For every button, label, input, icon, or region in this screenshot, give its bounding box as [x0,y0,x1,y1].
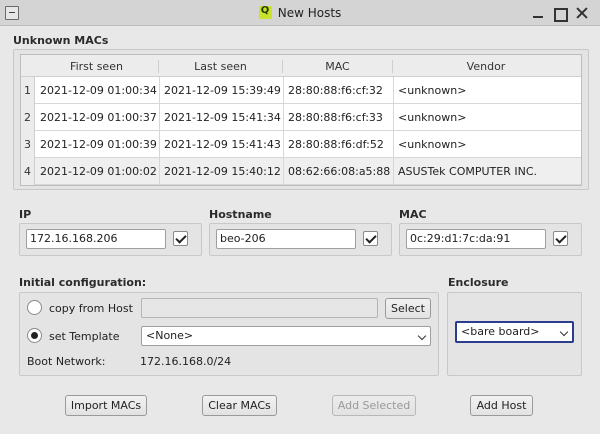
clear-macs-button[interactable]: Clear MACs [202,395,277,416]
boot-network-label: Boot Network: [27,355,106,368]
mac-cell: 28:80:88:f6:df:52 [288,138,384,151]
last-seen-cell: 2021-12-09 15:39:49 [164,84,281,97]
window-title-text: New Hosts [277,6,342,20]
initial-config-label: Initial configuration: [19,276,147,289]
mac-cell: 28:80:88:f6:cf:33 [288,111,383,124]
import-macs-button[interactable]: Import MACs [65,395,147,416]
last-seen-cell: 2021-12-09 15:41:34 [164,111,281,124]
copy-from-host-label[interactable]: copy from Host [49,302,133,315]
row-number: 2 [21,104,35,131]
column-vendor[interactable]: Vendor [393,60,579,73]
title-bar: New Hosts [0,0,600,26]
template-select[interactable]: <None> [141,326,431,346]
enclosure-select[interactable]: <bare board> [455,321,574,343]
template-select-value: <None> [146,329,194,342]
vendor-cell: <unknown> [398,111,467,124]
hostname-checkbox[interactable] [363,231,378,246]
unknown-macs-label: Unknown MACs [13,34,109,47]
set-template-radio[interactable] [27,328,42,343]
first-seen-cell: 2021-12-09 01:00:37 [40,111,157,124]
ip-input[interactable]: 172.16.168.206 [26,229,166,249]
table-row[interactable]: 1 2021-12-09 01:00:34 2021-12-09 15:39:4… [21,77,581,104]
mac-cell: 08:62:66:08:a5:88 [288,165,391,178]
column-last-seen[interactable]: Last seen [159,60,283,73]
enclosure-label: Enclosure [448,276,509,289]
select-host-button[interactable]: Select [385,298,431,319]
q-logo-icon [258,5,272,19]
chevron-down-icon [559,327,569,337]
row-number: 3 [21,131,35,158]
vendor-cell: ASUSTek COMPUTER INC. [398,165,537,178]
chevron-down-icon [417,331,427,341]
hostname-label: Hostname [209,208,272,221]
last-seen-cell: 2021-12-09 15:41:43 [164,138,281,151]
column-mac[interactable]: MAC [283,60,393,73]
maximize-icon[interactable] [551,5,568,22]
first-seen-cell: 2021-12-09 01:00:39 [40,138,157,151]
ip-checkbox[interactable] [173,231,188,246]
row-number: 1 [21,77,35,104]
mac-cell: 28:80:88:f6:cf:32 [288,84,383,97]
last-seen-cell: 2021-12-09 15:40:12 [164,165,281,178]
minimize-icon[interactable] [530,5,546,21]
boot-network-value: 172.16.168.0/24 [140,355,232,368]
set-template-label[interactable]: set Template [49,330,120,343]
first-seen-cell: 2021-12-09 01:00:34 [40,84,157,97]
enclosure-select-value: <bare board> [461,325,540,338]
close-icon[interactable] [574,5,590,21]
window-title: New Hosts [0,5,600,20]
mac-checkbox[interactable] [553,231,568,246]
copy-from-host-input [141,298,378,318]
add-selected-button[interactable]: Add Selected [332,395,416,416]
unknown-macs-table: First seen Last seen MAC Vendor 1 2021-1… [20,54,582,186]
copy-from-host-radio[interactable] [27,300,42,315]
row-number: 4 [21,158,35,185]
table-row[interactable]: 2 2021-12-09 01:00:37 2021-12-09 15:41:3… [21,104,581,131]
ip-label: IP [19,208,32,221]
table-header: First seen Last seen MAC Vendor [21,55,581,77]
mac-label: MAC [399,208,427,221]
column-first-seen[interactable]: First seen [35,60,159,73]
vendor-cell: <unknown> [398,84,467,97]
vendor-cell: <unknown> [398,138,467,151]
hostname-input[interactable]: beo-206 [216,229,356,249]
add-host-button[interactable]: Add Host [470,395,533,416]
table-row[interactable]: 3 2021-12-09 01:00:39 2021-12-09 15:41:4… [21,131,581,158]
table-row[interactable]: 4 2021-12-09 01:00:02 2021-12-09 15:40:1… [21,158,581,185]
mac-input[interactable]: 0c:29:d1:7c:da:91 [406,229,546,249]
first-seen-cell: 2021-12-09 01:00:02 [40,165,157,178]
